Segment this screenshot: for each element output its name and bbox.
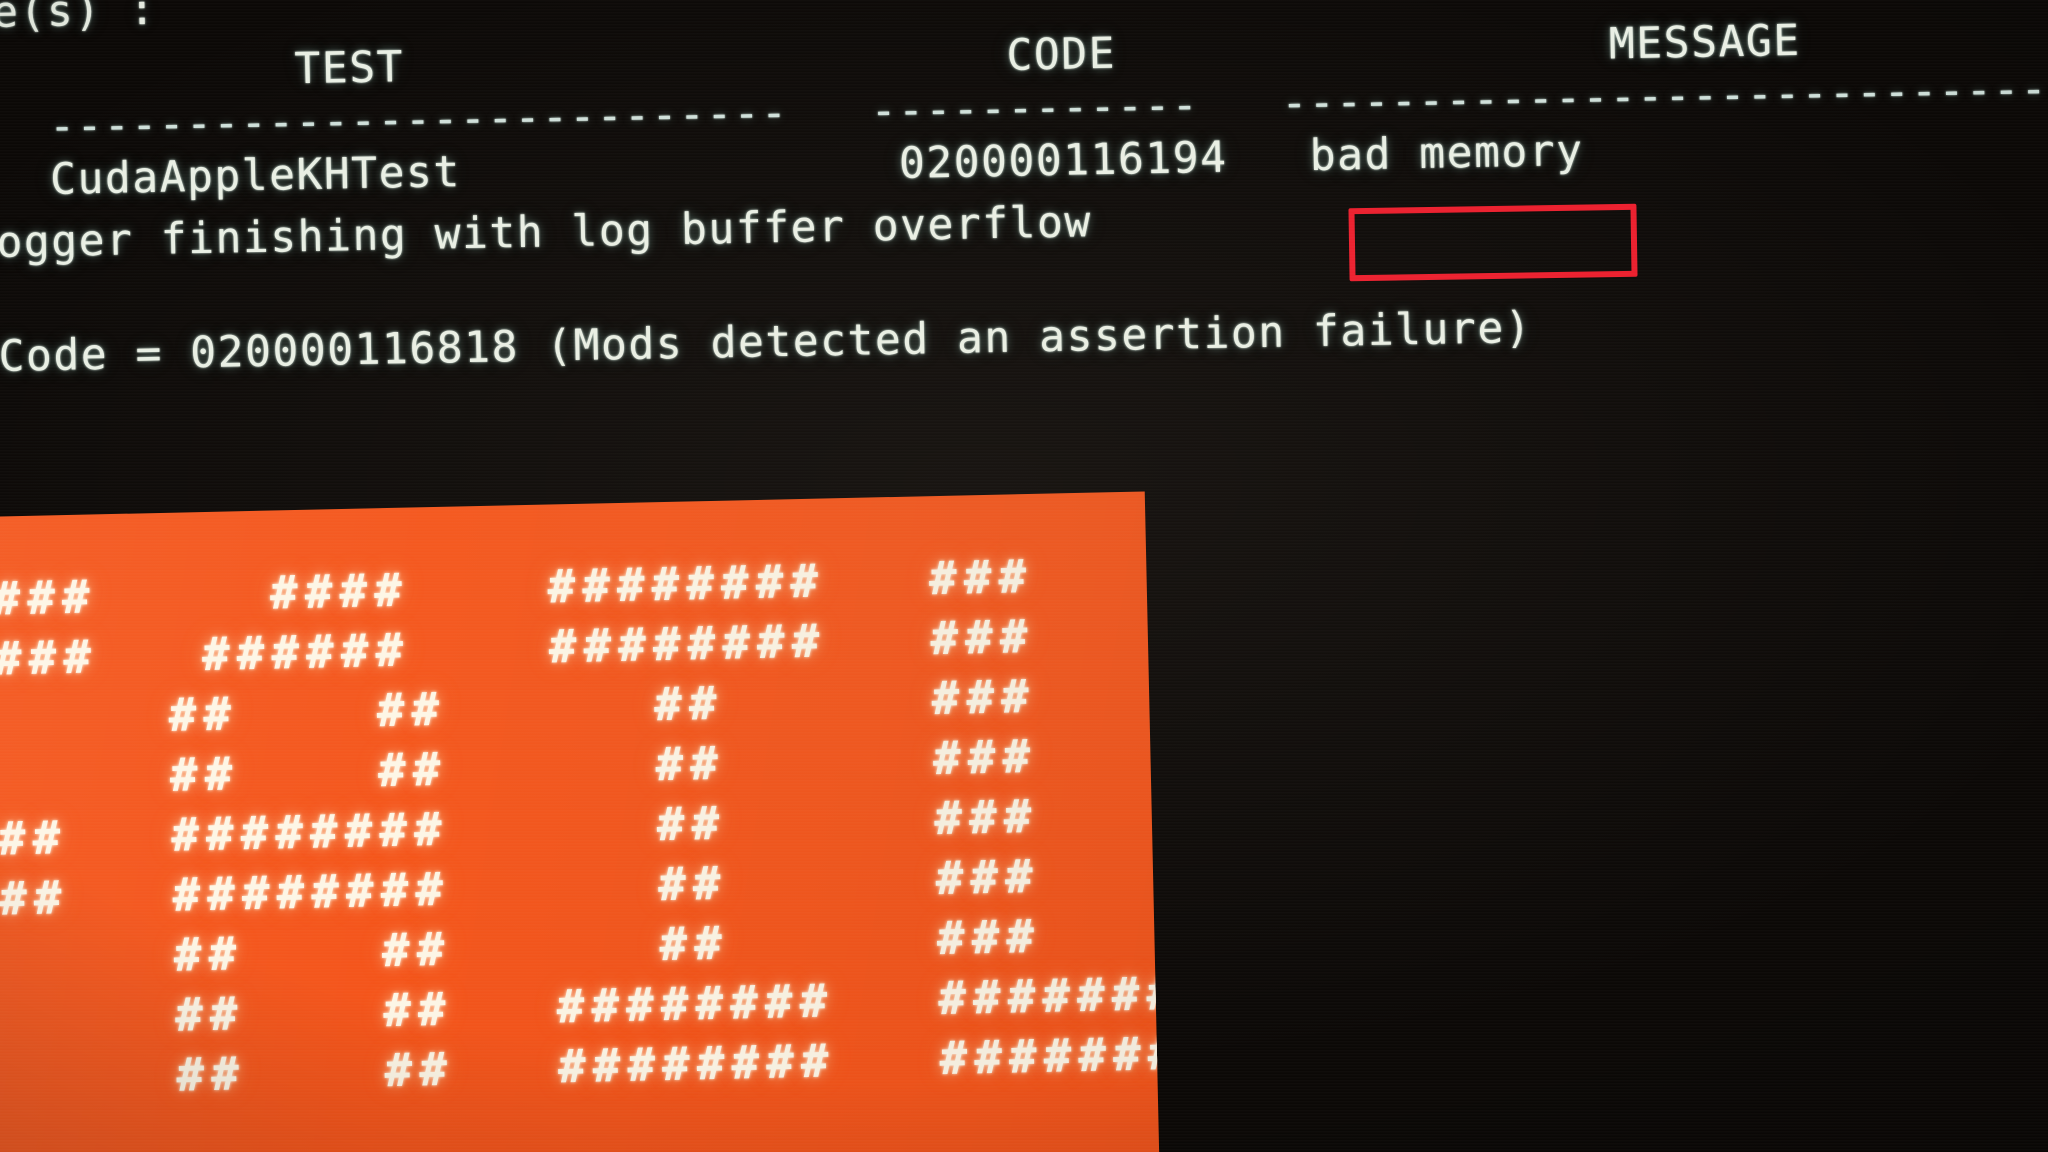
mods-console-output: ilure(s) : OOP TEST CODE MESSAGE --- ---… [0,0,2048,390]
fail-ascii-art: ####### #### ######## ### ####### ######… [0,548,1160,1102]
monitor-screen: ilure(s) : OOP TEST CODE MESSAGE --- ---… [0,0,2048,1152]
fail-banner: ####### #### ######## ### ####### ######… [0,491,1160,1152]
